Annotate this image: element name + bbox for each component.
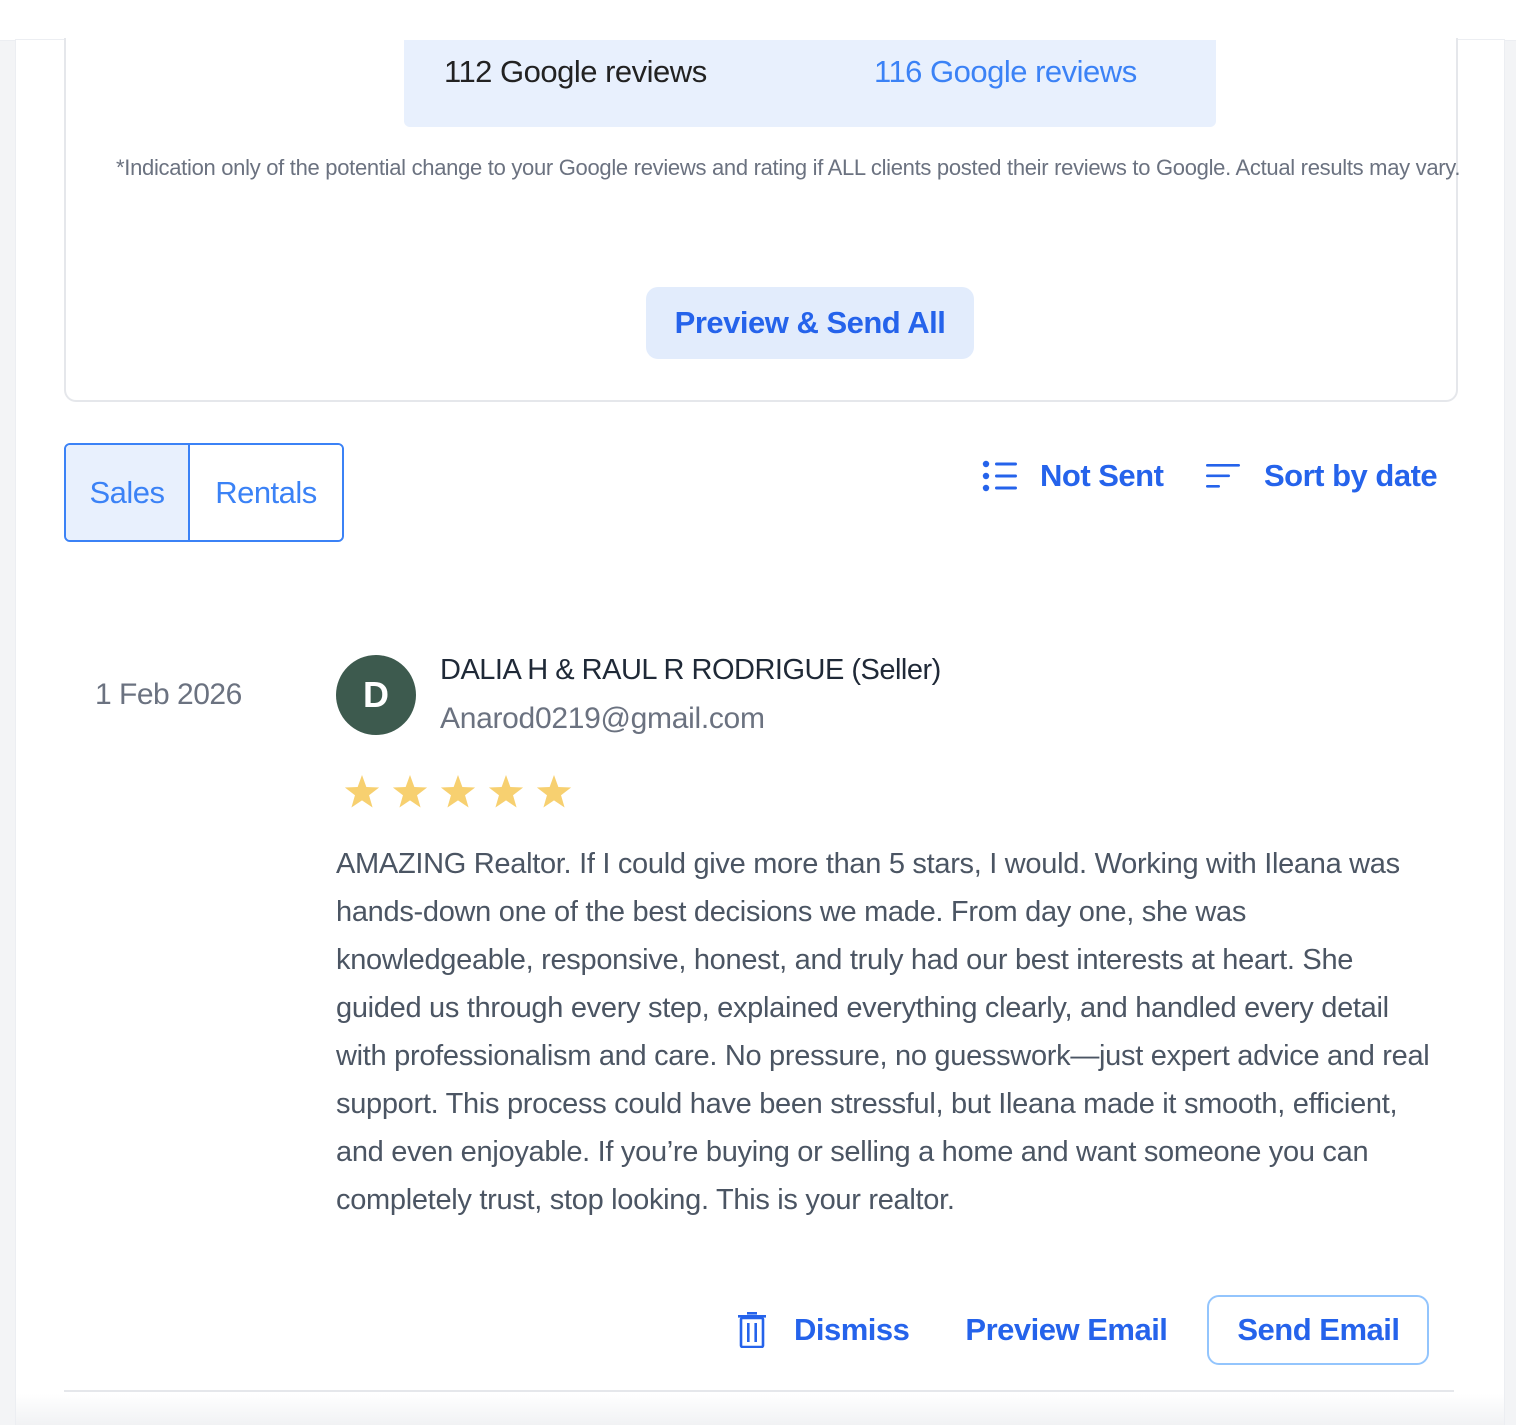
star-icon bbox=[440, 775, 476, 808]
star-icon bbox=[344, 775, 380, 808]
current-reviews-count: 112 Google reviews bbox=[444, 54, 707, 89]
preview-send-all-button[interactable]: Preview & Send All bbox=[646, 287, 974, 359]
reviews-comparison-band: 112 Google reviews 116 Google reviews bbox=[404, 40, 1216, 127]
tab-sales[interactable]: Sales bbox=[66, 445, 190, 540]
top-bar bbox=[0, 0, 1516, 41]
review-actions: Dismiss Preview Email Send Email bbox=[736, 1295, 1430, 1365]
star-icon bbox=[536, 775, 572, 808]
star-icon bbox=[488, 775, 524, 808]
sort-button[interactable]: Sort by date bbox=[1206, 458, 1438, 494]
bottom-fade bbox=[16, 1394, 1504, 1425]
trash-icon bbox=[738, 1312, 766, 1348]
dismiss-label: Dismiss bbox=[794, 1312, 910, 1347]
dismiss-button[interactable]: Dismiss bbox=[736, 1312, 910, 1348]
list-icon bbox=[982, 460, 1017, 492]
star-icon bbox=[392, 775, 428, 808]
tab-rentals[interactable]: Rentals bbox=[190, 445, 342, 540]
reviewer-email: Anarod0219@gmail.com bbox=[440, 702, 765, 735]
avatar: D bbox=[336, 655, 416, 735]
potential-reviews-count: 116 Google reviews bbox=[874, 54, 1137, 89]
star-rating bbox=[338, 768, 578, 816]
preview-email-button[interactable]: Preview Email bbox=[965, 1312, 1168, 1348]
send-email-button[interactable]: Send Email bbox=[1207, 1295, 1430, 1365]
status-filter-button[interactable]: Not Sent bbox=[982, 458, 1164, 494]
category-tabs: Sales Rentals bbox=[64, 443, 344, 542]
google-reviews-summary-card: 112 Google reviews 116 Google reviews *I… bbox=[64, 38, 1461, 402]
review-text: AMAZING Realtor. If I could give more th… bbox=[336, 848, 1430, 1216]
review-date: 1 Feb 2026 bbox=[95, 678, 242, 711]
disclaimer-text: *Indication only of the potential change… bbox=[116, 155, 1461, 180]
main-panel: 112 Google reviews 116 Google reviews *I… bbox=[16, 38, 1504, 1425]
reviewer-name: DALIA H & RAUL R RODRIGUE (Seller) bbox=[440, 654, 941, 686]
divider bbox=[64, 1390, 1454, 1392]
sort-label: Sort by date bbox=[1264, 458, 1438, 493]
sort-icon bbox=[1206, 464, 1240, 488]
status-filter-label: Not Sent bbox=[1040, 458, 1164, 493]
